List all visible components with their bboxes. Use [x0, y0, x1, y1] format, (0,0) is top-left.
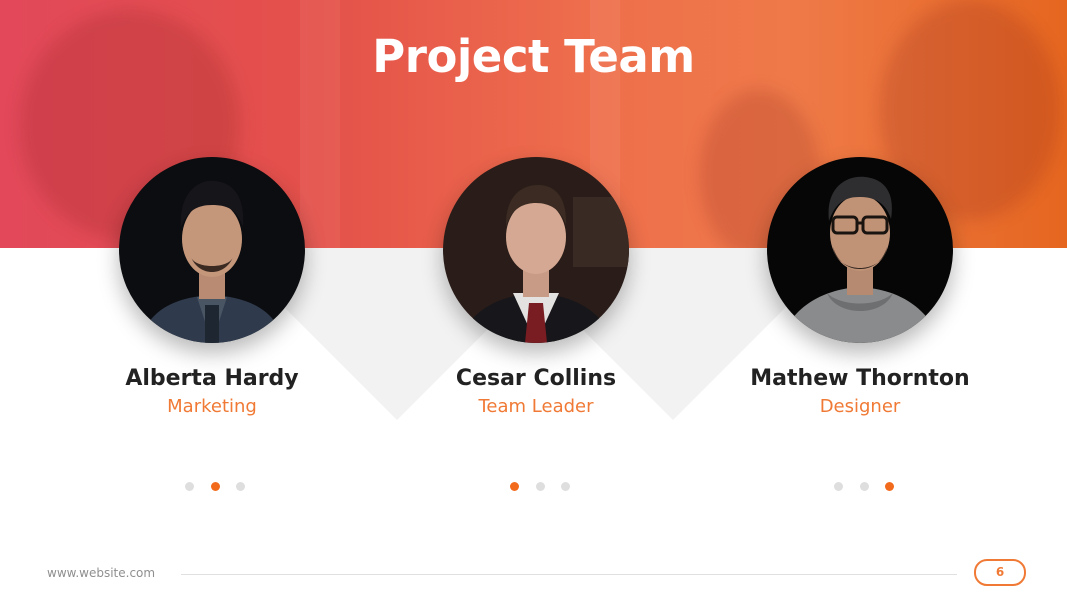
footer-divider — [181, 574, 957, 575]
portrait-icon — [119, 157, 305, 343]
avatar-alberta-hardy — [119, 157, 305, 343]
slide-title: Project Team — [372, 30, 695, 83]
member-name: Cesar Collins — [455, 366, 617, 391]
dot[interactable] — [535, 482, 545, 491]
dot[interactable] — [185, 482, 194, 491]
pagination-dots — [834, 482, 894, 492]
dot-active[interactable] — [885, 482, 894, 491]
page-number-badge: 6 — [974, 559, 1026, 586]
dot-active[interactable] — [510, 482, 519, 491]
member-name: Mathew Thornton — [750, 366, 970, 391]
dot[interactable] — [561, 482, 570, 491]
dot[interactable] — [834, 482, 843, 491]
member-role: Designer — [819, 396, 901, 417]
member-role: Team Leader — [478, 396, 594, 417]
dot[interactable] — [236, 482, 245, 491]
member-name: Alberta Hardy — [125, 366, 299, 391]
portrait-icon — [767, 157, 953, 343]
member-role: Marketing — [167, 396, 257, 417]
avatar-mathew-thornton — [767, 157, 953, 343]
pagination-dots — [185, 482, 245, 492]
dot[interactable] — [859, 482, 869, 491]
dot-active[interactable] — [210, 482, 220, 491]
footer-website[interactable]: www.website.com — [47, 566, 155, 580]
pagination-dots — [510, 482, 570, 492]
portrait-icon — [443, 157, 629, 343]
avatar-cesar-collins — [443, 157, 629, 343]
